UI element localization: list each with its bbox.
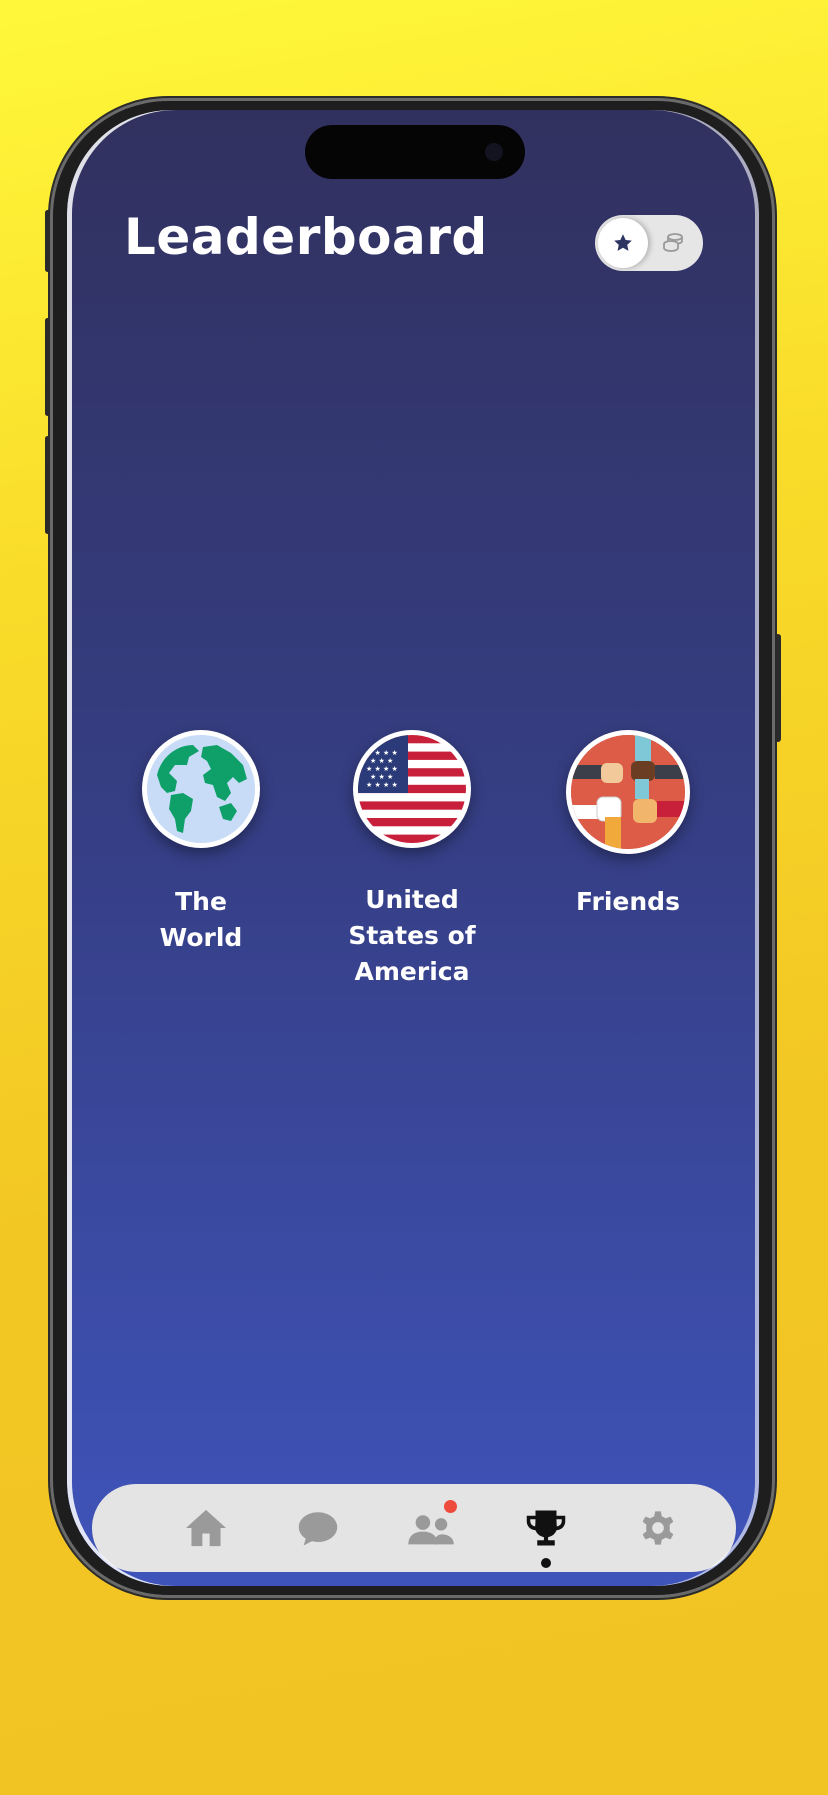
region-the-world[interactable]: The World [91, 730, 311, 956]
dynamic-island [305, 125, 525, 179]
tab-home[interactable] [180, 1502, 232, 1554]
svg-text:★ ★ ★ ★: ★ ★ ★ ★ [366, 749, 398, 757]
svg-text:★ ★ ★ ★: ★ ★ ★ ★ [366, 765, 398, 773]
svg-text:★ ★ ★: ★ ★ ★ [370, 773, 393, 781]
leaderboard-mode-toggle[interactable] [595, 215, 703, 271]
region-badge[interactable] [566, 730, 690, 854]
page-title: Leaderboard [124, 208, 488, 266]
power-button [775, 634, 781, 742]
bottom-tab-bar [92, 1484, 736, 1572]
region-friends[interactable]: Friends [518, 730, 738, 920]
friends-hands-icon [571, 735, 685, 849]
region-label: United States of America [348, 885, 476, 986]
region-usa[interactable]: ★ ★ ★ ★ ★ ★ ★ ★ ★ ★ ★ ★ ★ ★ ★ ★ ★ ★ Unit… [302, 730, 522, 990]
tab-chat[interactable] [292, 1502, 344, 1554]
tab-leaderboard[interactable] [520, 1502, 572, 1568]
action-button [45, 210, 50, 272]
svg-text:★ ★ ★ ★: ★ ★ ★ ★ [366, 781, 398, 789]
svg-text:★ ★ ★: ★ ★ ★ [370, 757, 393, 765]
toggle-knob[interactable] [598, 218, 648, 268]
active-tab-indicator [541, 1558, 551, 1568]
people-icon [408, 1515, 454, 1545]
gear-icon [642, 1511, 674, 1545]
trophy-icon [526, 1510, 566, 1546]
tab-friends[interactable] [406, 1500, 458, 1554]
volume-down-button [45, 436, 50, 534]
region-badge[interactable] [142, 730, 260, 848]
phone-frame: Leaderboard The World ★ ★ ★ ★ ★ ★ ★ ★ ★ … [45, 98, 781, 1598]
volume-up-button [45, 318, 50, 416]
star-icon [614, 234, 632, 251]
screen: Leaderboard The World ★ ★ ★ ★ ★ ★ ★ ★ ★ … [67, 110, 759, 1586]
region-label: Friends [576, 887, 680, 916]
notification-dot [444, 1500, 457, 1513]
chat-bubble-icon [298, 1512, 338, 1546]
coins-icon [663, 233, 683, 252]
globe-icon [147, 735, 255, 843]
camera-icon [485, 143, 503, 161]
tab-settings[interactable] [632, 1502, 684, 1554]
region-label: The World [159, 887, 243, 952]
region-badge[interactable]: ★ ★ ★ ★ ★ ★ ★ ★ ★ ★ ★ ★ ★ ★ ★ ★ ★ ★ [353, 730, 471, 848]
home-icon [186, 1509, 226, 1547]
us-flag-icon: ★ ★ ★ ★ ★ ★ ★ ★ ★ ★ ★ ★ ★ ★ ★ ★ ★ ★ [358, 735, 466, 843]
